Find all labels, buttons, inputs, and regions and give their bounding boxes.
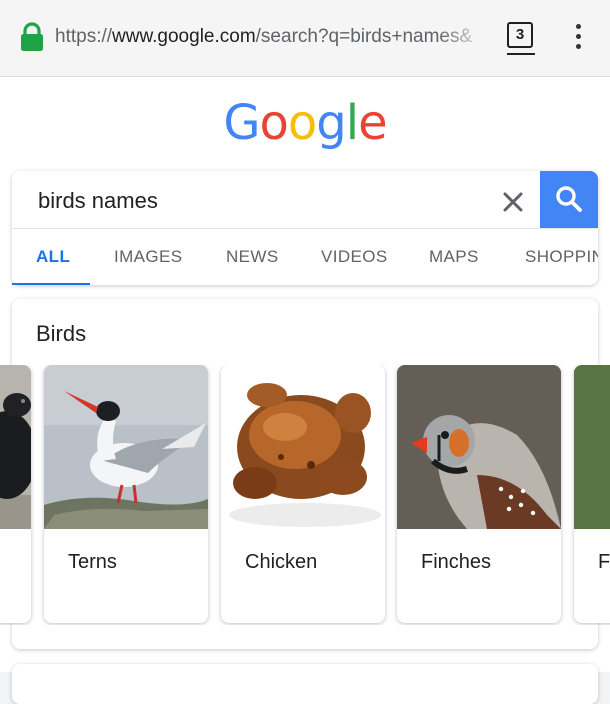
- tab-switcher-button[interactable]: 3: [507, 22, 533, 48]
- tab-switcher-underline: [507, 53, 535, 55]
- roast-chicken-image: [221, 365, 385, 529]
- search-icon: [556, 186, 582, 212]
- logo-letter: o: [287, 95, 317, 151]
- search-button[interactable]: [540, 171, 598, 228]
- bird-card[interactable]: Terns: [44, 365, 208, 623]
- tab-shopping[interactable]: SHOPPIN: [525, 247, 598, 267]
- bird-card-label: Chicken: [245, 551, 318, 573]
- bird-card[interactable]: [0, 365, 31, 623]
- search-tabs: ALL IMAGES NEWS VIDEOS MAPS SHOPPIN: [12, 229, 598, 285]
- active-tab-indicator: [12, 283, 90, 285]
- tab-all[interactable]: ALL: [36, 247, 70, 267]
- more-menu-icon[interactable]: [572, 24, 584, 52]
- tab-images[interactable]: IMAGES: [114, 247, 183, 267]
- logo-letter: l: [345, 95, 359, 151]
- search-box-card: ALL IMAGES NEWS VIDEOS MAPS SHOPPIN: [12, 171, 598, 285]
- search-input[interactable]: [36, 185, 480, 217]
- lock-icon: [21, 22, 43, 51]
- crow-image: [0, 365, 31, 529]
- clear-icon[interactable]: [500, 189, 526, 215]
- bird-card-label: Terns: [68, 551, 117, 573]
- google-logo[interactable]: Google: [0, 95, 610, 151]
- address-bar[interactable]: https://www.google.com/search?q=birds+na…: [55, 26, 490, 52]
- bird-card[interactable]: F: [574, 365, 610, 623]
- logo-letter: G: [223, 95, 260, 151]
- bird-card-label: Finches: [421, 551, 492, 573]
- url-path: /search?q=birds+names&: [255, 26, 473, 47]
- url-host: www.google.com: [112, 26, 256, 47]
- tab-videos[interactable]: VIDEOS: [321, 247, 388, 267]
- tab-maps[interactable]: MAPS: [429, 247, 479, 267]
- tern-image: [44, 365, 208, 529]
- panel-title: Birds: [36, 321, 87, 346]
- tab-news[interactable]: NEWS: [226, 247, 279, 267]
- bird-card[interactable]: Finches: [397, 365, 561, 623]
- search-results-page: Google ALL IMAGES NEWS VIDEOS MAPS SHOPP…: [0, 77, 610, 704]
- bird-image: [574, 365, 610, 529]
- bird-card-label: F: [598, 551, 610, 573]
- next-result-card: [12, 664, 598, 704]
- logo-letter: e: [358, 95, 388, 151]
- logo-letter: o: [259, 95, 289, 151]
- browser-toolbar: https://www.google.com/search?q=birds+na…: [0, 0, 610, 77]
- logo-letter: g: [316, 95, 346, 151]
- bird-card[interactable]: Chicken: [221, 365, 385, 623]
- birds-carousel[interactable]: Terns Chicken Finches F: [0, 365, 610, 625]
- url-scheme: https://: [55, 26, 113, 47]
- finch-image: [397, 365, 561, 529]
